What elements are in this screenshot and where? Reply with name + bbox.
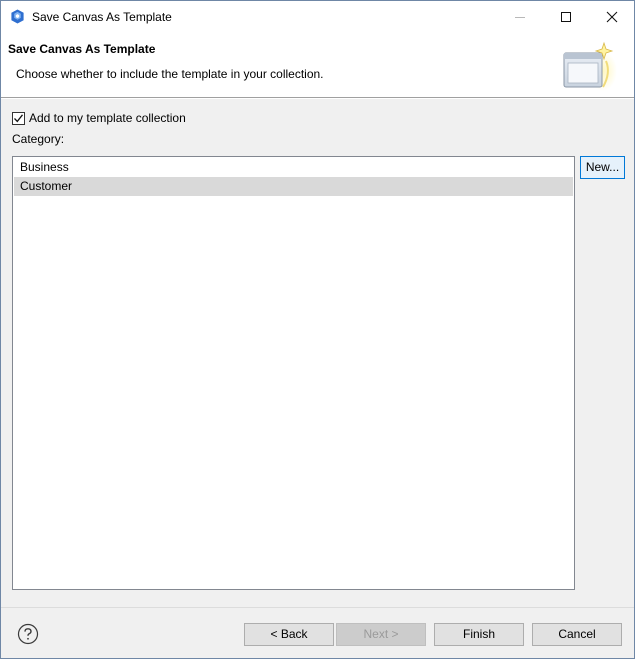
maximize-button[interactable] bbox=[543, 1, 589, 32]
template-window-sparkle-icon bbox=[563, 41, 617, 91]
window-title: Save Canvas As Template bbox=[32, 10, 172, 24]
minimize-icon bbox=[515, 16, 525, 18]
next-button[interactable]: Next > bbox=[336, 623, 426, 646]
close-button[interactable] bbox=[589, 1, 635, 32]
title-bar[interactable]: Save Canvas As Template bbox=[1, 1, 634, 32]
wizard-content: Add to my template collection Category: … bbox=[1, 99, 634, 607]
new-category-button[interactable]: New... bbox=[580, 156, 625, 179]
category-label: Category: bbox=[12, 132, 65, 146]
add-to-collection-label[interactable]: Add to my template collection bbox=[29, 111, 186, 125]
app-hexagon-icon bbox=[11, 9, 24, 24]
add-to-collection-row[interactable]: Add to my template collection bbox=[12, 111, 186, 125]
banner-title: Save Canvas As Template bbox=[8, 42, 156, 56]
wizard-banner: Save Canvas As Template Choose whether t… bbox=[1, 32, 634, 98]
checkmark-icon bbox=[14, 113, 24, 122]
finish-button[interactable]: Finish bbox=[434, 623, 524, 646]
minimize-button[interactable] bbox=[497, 1, 543, 32]
back-button[interactable]: < Back bbox=[244, 623, 334, 646]
category-list[interactable]: Business Customer bbox=[12, 156, 575, 590]
wizard-footer: < Back Next > Finish Cancel bbox=[1, 607, 634, 658]
list-item-business[interactable]: Business bbox=[14, 158, 573, 177]
close-icon bbox=[606, 11, 618, 22]
add-to-collection-checkbox[interactable] bbox=[12, 111, 25, 125]
dialog-window: Save Canvas As Template Save Canvas As T… bbox=[0, 0, 635, 659]
cancel-button[interactable]: Cancel bbox=[532, 623, 622, 646]
banner-message: Choose whether to include the template i… bbox=[16, 67, 324, 81]
list-item-customer[interactable]: Customer bbox=[14, 177, 573, 196]
maximize-icon bbox=[561, 11, 571, 22]
question-circle-icon[interactable] bbox=[17, 623, 39, 645]
